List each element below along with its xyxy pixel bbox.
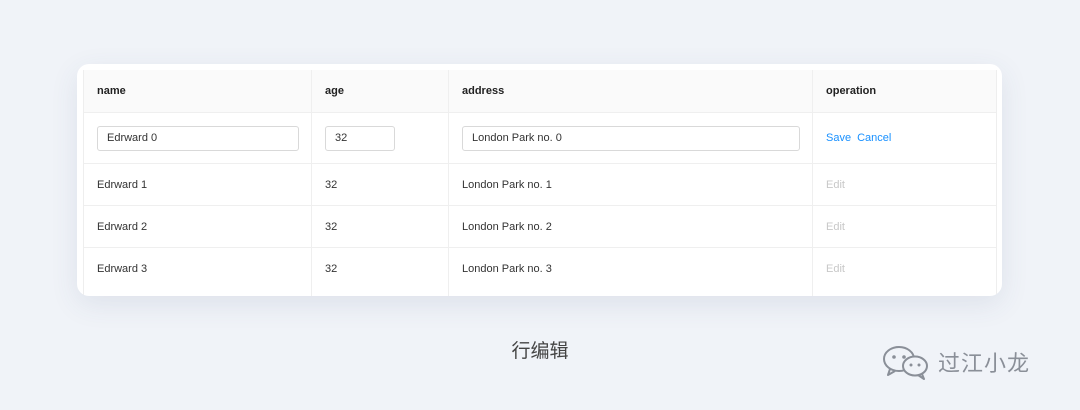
column-header-age: age bbox=[312, 70, 449, 112]
address-cell bbox=[449, 113, 813, 163]
watermark: 过江小龙 bbox=[880, 344, 1030, 380]
address-cell: London Park no. 1 bbox=[449, 164, 813, 205]
name-cell: Edrward 3 bbox=[84, 248, 312, 290]
edit-link-disabled: Edit bbox=[826, 178, 845, 191]
table-row-editing: Save Cancel bbox=[84, 113, 996, 164]
column-header-operation: operation bbox=[826, 85, 877, 97]
edit-link-disabled: Edit bbox=[826, 263, 845, 275]
age-cell bbox=[312, 290, 449, 296]
cancel-link[interactable]: Cancel bbox=[857, 132, 891, 144]
table-card: name age address operation Save Cancel E… bbox=[77, 64, 1002, 296]
table-header: name age address operation bbox=[84, 70, 996, 113]
table-row: Edrward 1 32 London Park no. 1 Edit bbox=[84, 164, 996, 206]
operation-cell: Edit bbox=[813, 206, 996, 247]
address-cell bbox=[449, 290, 813, 296]
editable-table: name age address operation Save Cancel E… bbox=[83, 70, 997, 296]
table-row-partial bbox=[84, 290, 996, 296]
address-input[interactable] bbox=[462, 125, 800, 151]
age-cell: 32 bbox=[312, 248, 449, 290]
name-cell bbox=[84, 113, 312, 163]
column-header-address: address bbox=[449, 70, 813, 112]
address-cell: London Park no. 2 bbox=[449, 206, 813, 247]
operation-cell: Edit bbox=[813, 164, 996, 205]
operation-cell: Save Cancel bbox=[813, 113, 996, 163]
name-cell: Edrward 1 bbox=[84, 164, 312, 205]
table-row: Edrward 3 32 London Park no. 3 Edit bbox=[84, 248, 996, 290]
age-cell: 32 bbox=[312, 164, 449, 205]
table-row: Edrward 2 32 London Park no. 2 Edit bbox=[84, 206, 996, 248]
name-cell: Edrward 2 bbox=[84, 206, 312, 247]
age-cell: 32 bbox=[312, 206, 449, 247]
watermark-text: 过江小龙 bbox=[938, 352, 1031, 377]
operation-cell: Edit bbox=[813, 248, 996, 290]
save-link[interactable]: Save bbox=[826, 132, 851, 144]
address-cell: London Park no. 3 bbox=[449, 248, 813, 290]
name-cell bbox=[84, 290, 312, 296]
name-input[interactable] bbox=[97, 125, 299, 151]
age-input[interactable] bbox=[325, 125, 395, 151]
column-header-name: name bbox=[84, 70, 312, 112]
edit-link-disabled: Edit bbox=[826, 220, 845, 233]
wechat-icon bbox=[883, 346, 928, 380]
age-cell bbox=[312, 113, 449, 163]
operation-cell bbox=[813, 290, 996, 296]
